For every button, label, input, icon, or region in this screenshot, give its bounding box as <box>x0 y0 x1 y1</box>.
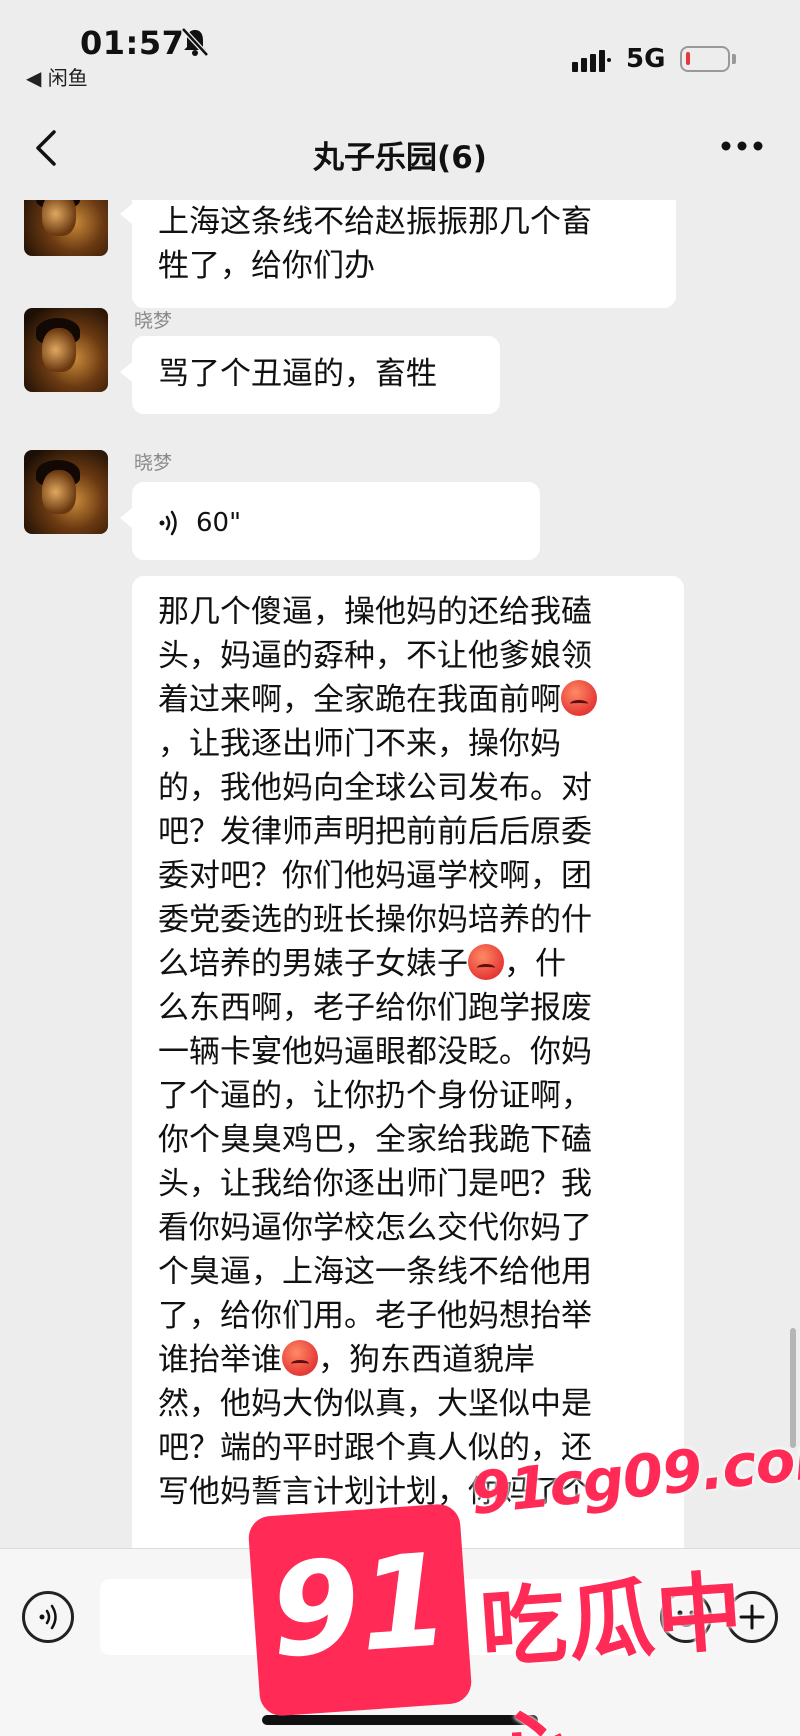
angry-emoji-icon <box>561 680 597 716</box>
status-time: 01:57 <box>80 24 185 62</box>
voice-duration: 60" <box>196 507 242 538</box>
message-text-line: 上海这条线不给赵振振那几个畜 <box>158 204 592 240</box>
message-text-line: 么培养的男婊子女婊子 <box>158 946 468 982</box>
message-text-line: 一辆卡宴他妈逼眼都没眨。你妈 <box>158 1034 592 1070</box>
message-text-line: 吧？端的平时跟个真人似的，还 <box>158 1430 592 1466</box>
message-text-line: 吧？发律师声明把前前后后原委 <box>158 814 592 850</box>
avatar[interactable] <box>24 308 108 392</box>
voice-input-button[interactable] <box>22 1591 74 1643</box>
message-text-line: 的，我他妈向全球公司发布。对 <box>158 770 592 806</box>
message-text-line: ，狗东西道貌岸 <box>318 1342 535 1378</box>
status-bar: 01:57 ◀ 闲鱼 5G <box>0 0 800 92</box>
home-indicator[interactable] <box>262 1715 538 1725</box>
angry-emoji-icon <box>468 944 504 980</box>
chat-header: 丸子乐园(6) <box>0 92 800 200</box>
message-text-line: 骂了个丑逼的，畜牲 <box>158 356 437 392</box>
plus-icon <box>739 1604 765 1630</box>
message-text-line: 你个臭臭鸡巴，全家给我跪下磕 <box>158 1122 592 1158</box>
message-text-line: 然，他妈大伪似真，大坚似中是 <box>158 1386 592 1422</box>
message-text-line: 牲了，给你们办 <box>158 248 375 284</box>
message-text-line: ，什 <box>504 946 566 982</box>
chat-title: 丸子乐园(6) <box>313 140 487 176</box>
message-text-line: 了，给你们用。老子他妈想抬举 <box>158 1298 592 1334</box>
sender-name: 晓梦 <box>134 310 173 332</box>
message-bubble[interactable]: 上海这条线不给赵振振那几个畜 牲了，给你们办 <box>120 200 676 308</box>
message-text-line: ，让我逐出师门不来，操你妈 <box>158 726 561 762</box>
emoji-icon <box>675 1610 697 1627</box>
message-list[interactable]: 上海这条线不给赵振振那几个畜 牲了，给你们办 晓梦 骂了个丑逼的，畜牲 晓梦 6… <box>0 200 800 1548</box>
battery-icon <box>680 46 736 72</box>
message-text-line: 么东西啊，老子给你们跑学报废 <box>158 990 592 1026</box>
signal-icon <box>572 50 611 72</box>
avatar[interactable] <box>24 450 108 534</box>
message-bubble[interactable]: 骂了个丑逼的，畜牲 <box>120 336 500 414</box>
network-type: 5G <box>626 44 666 74</box>
avatar[interactable] <box>24 200 108 256</box>
message-text-line: 委党委选的班长操你妈培养的什 <box>158 902 592 938</box>
message-text-line: 个臭逼，上海这一条线不给他用 <box>158 1254 592 1290</box>
voice-playback-icon <box>159 510 177 535</box>
message-text-line: 委对吧？你们他妈逼学校啊，团 <box>158 858 592 894</box>
message-input[interactable] <box>100 1579 640 1655</box>
message-text-line: 头，让我给你逐出师门是吧？我 <box>158 1166 592 1202</box>
message-text-line: 那几个傻逼，操他妈的还给我磕 <box>158 594 592 630</box>
more-functions-button[interactable] <box>726 1591 778 1643</box>
message-text-line: 了个逼的，让你扔个身份证啊， <box>158 1078 592 1114</box>
message-text-line: 着过来啊，全家跪在我面前啊 <box>158 682 561 718</box>
input-bar <box>0 1548 800 1736</box>
scrollbar-thumb[interactable] <box>790 1328 796 1448</box>
angry-emoji-icon <box>282 1340 318 1376</box>
message-text-line: 写他妈誓言计划计划，你妈了个 <box>158 1474 592 1510</box>
sender-name: 晓梦 <box>134 452 173 474</box>
back-to-app-link[interactable]: ◀ 闲鱼 <box>26 62 88 91</box>
message-bubble[interactable]: 那几个傻逼，操他妈的还给我磕 头，妈逼的孬种，不让他爹娘领 着过来啊，全家跪在我… <box>132 576 684 1548</box>
voice-icon <box>39 1604 57 1630</box>
mute-bell-icon <box>181 27 209 57</box>
more-icon[interactable] <box>718 136 766 156</box>
voice-message-bubble[interactable]: 60" <box>120 482 540 560</box>
emoji-button[interactable] <box>660 1591 712 1643</box>
message-text-line: 谁抬举谁 <box>158 1342 282 1378</box>
message-text-line: 看你妈逼你学校怎么交代你妈了 <box>158 1210 592 1246</box>
message-text-line: 头，妈逼的孬种，不让他爹娘领 <box>158 638 592 674</box>
